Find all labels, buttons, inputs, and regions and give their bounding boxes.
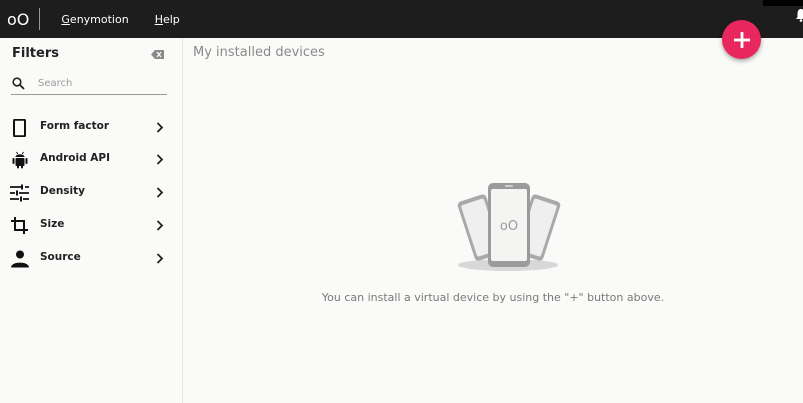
chevron-right-icon: [156, 122, 164, 133]
filter-density[interactable]: Density: [0, 178, 182, 206]
chevron-right-icon: [156, 187, 164, 198]
person-icon: [11, 250, 29, 268]
menu-help-rest: elp: [162, 12, 180, 26]
menu-genymotion-mnemonic: G: [61, 12, 70, 26]
phone-icon: [13, 119, 26, 137]
menu-help-mnemonic: H: [154, 12, 163, 26]
filter-label: Source: [40, 251, 81, 263]
filters-sidebar: Filters Form factor Android AP: [0, 38, 183, 403]
filter-source[interactable]: Source: [0, 244, 182, 272]
filter-label: Android API: [40, 152, 111, 164]
filter-form-factor[interactable]: Form factor: [0, 113, 182, 141]
devices-illustration: oO: [457, 183, 561, 271]
filter-size[interactable]: Size: [0, 211, 182, 239]
empty-state-message: You can install a virtual device by usin…: [321, 291, 665, 304]
filter-label: Form factor: [40, 120, 110, 132]
android-icon: [12, 151, 28, 169]
menu-genymotion-rest: enymotion: [69, 12, 129, 26]
menu-bar: oO Genymotion Help: [0, 0, 803, 38]
menu-divider: [39, 8, 41, 30]
chevron-right-icon: [156, 253, 164, 264]
sliders-icon: [10, 184, 29, 202]
illustration-logo: oO: [500, 219, 518, 234]
filter-android-api[interactable]: Android API: [0, 145, 182, 173]
clear-filters-icon[interactable]: [151, 50, 164, 59]
search-icon: [12, 77, 25, 90]
search-input[interactable]: [38, 75, 163, 91]
chevron-right-icon: [156, 154, 164, 165]
tray-area: [763, 0, 803, 6]
add-device-button[interactable]: [722, 20, 761, 59]
filter-label: Size: [40, 218, 65, 230]
bell-icon[interactable]: [795, 8, 803, 22]
filters-title: Filters: [12, 46, 59, 61]
menu-help[interactable]: Help: [155, 13, 180, 26]
chevron-right-icon: [156, 220, 164, 231]
crop-icon: [11, 217, 28, 234]
filter-label: Density: [40, 185, 86, 197]
search-field: [11, 74, 167, 95]
menu-genymotion[interactable]: Genymotion: [61, 13, 128, 26]
genymotion-logo: oO: [7, 9, 30, 29]
page-title: My installed devices: [193, 45, 325, 60]
plus-icon: [733, 31, 750, 48]
